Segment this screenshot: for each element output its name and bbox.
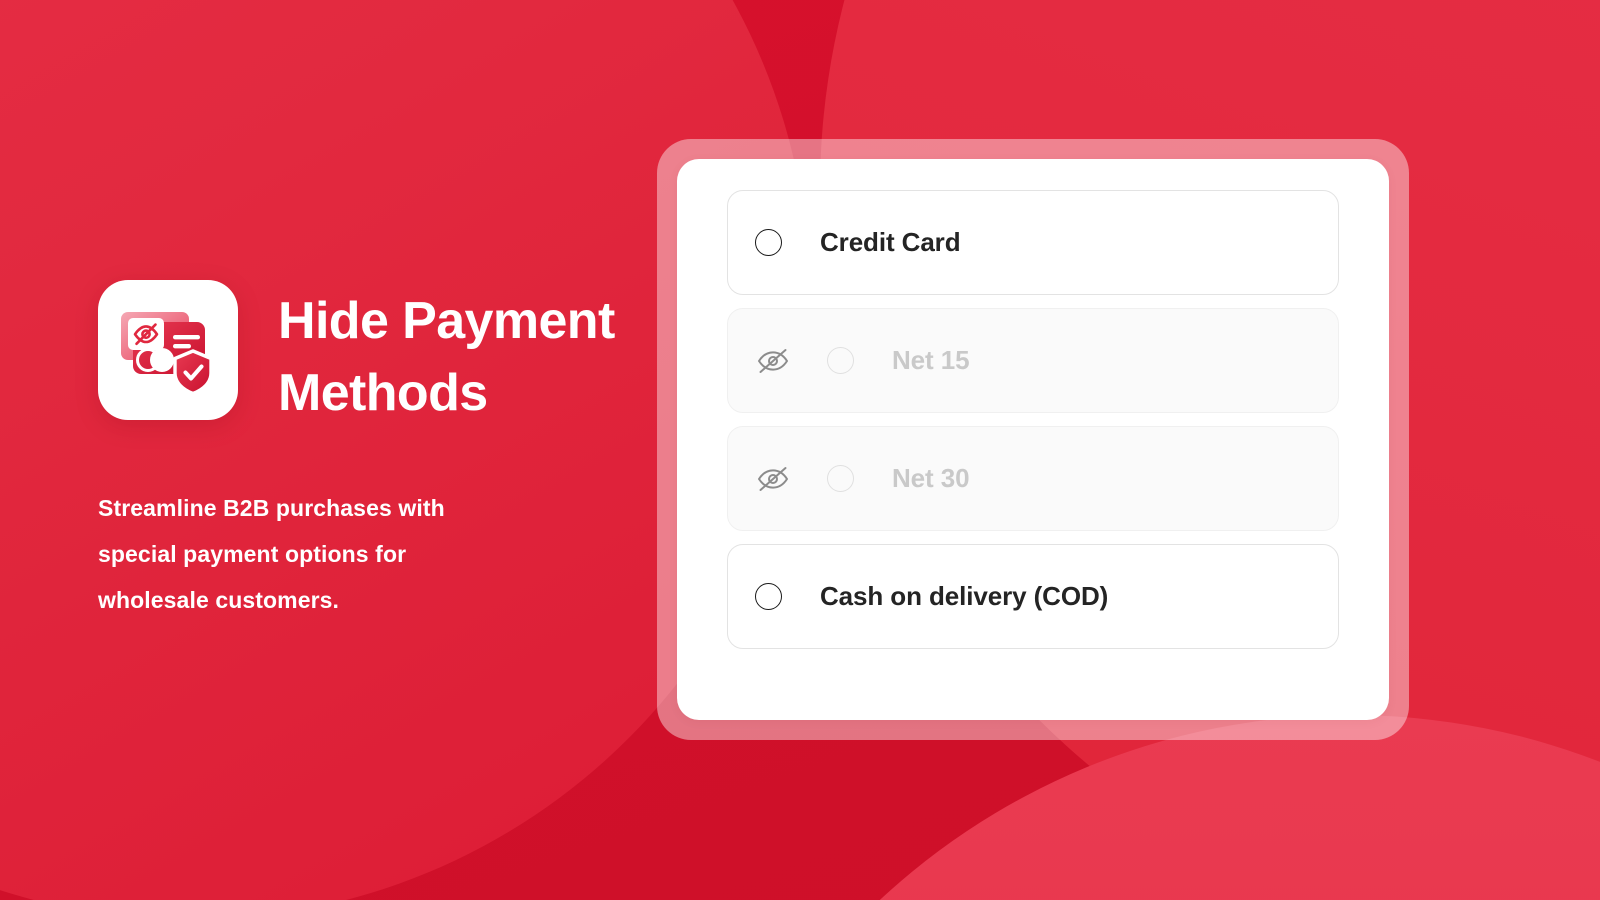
payment-method-radio[interactable] bbox=[827, 465, 854, 492]
background-blob-bottom-right bbox=[660, 715, 1600, 900]
eye-off-icon-slot bbox=[755, 345, 801, 377]
payment-method-radio[interactable] bbox=[755, 229, 782, 256]
payment-method-radio[interactable] bbox=[827, 347, 854, 374]
payment-method-row[interactable]: Cash on delivery (COD) bbox=[727, 544, 1339, 649]
app-icon bbox=[98, 280, 238, 420]
payment-method-row-hidden[interactable]: Net 15 bbox=[727, 308, 1339, 413]
payment-method-row-hidden[interactable]: Net 30 bbox=[727, 426, 1339, 531]
hide-payment-methods-icon bbox=[121, 312, 213, 396]
payment-method-list: Credit Card Net 15 Net 30 Cash on delive… bbox=[727, 190, 1339, 649]
payment-method-label: Net 30 bbox=[892, 463, 970, 493]
payment-method-label: Cash on delivery (COD) bbox=[820, 581, 1109, 611]
payment-method-row[interactable]: Credit Card bbox=[727, 190, 1339, 295]
brand-column: Hide Payment Methods Streamline B2B purc… bbox=[98, 280, 638, 623]
payment-method-radio[interactable] bbox=[755, 583, 782, 610]
brand-row: Hide Payment Methods bbox=[98, 280, 638, 430]
tagline: Streamline B2B purchases with special pa… bbox=[98, 494, 445, 613]
title-wrap: Hide Payment Methods bbox=[278, 280, 638, 430]
payment-method-label: Net 15 bbox=[892, 345, 970, 375]
payment-methods-panel: Credit Card Net 15 Net 30 Cash on delive… bbox=[677, 159, 1389, 720]
eye-off-icon-slot bbox=[755, 463, 801, 495]
promo-banner: Hide Payment Methods Streamline B2B purc… bbox=[0, 0, 1600, 900]
payment-methods-panel-frame: Credit Card Net 15 Net 30 Cash on delive… bbox=[657, 139, 1409, 740]
payment-method-label: Credit Card bbox=[820, 227, 961, 257]
eye-off-icon bbox=[758, 348, 788, 373]
app-title: Hide Payment Methods bbox=[278, 292, 615, 422]
eye-off-icon bbox=[758, 466, 788, 491]
